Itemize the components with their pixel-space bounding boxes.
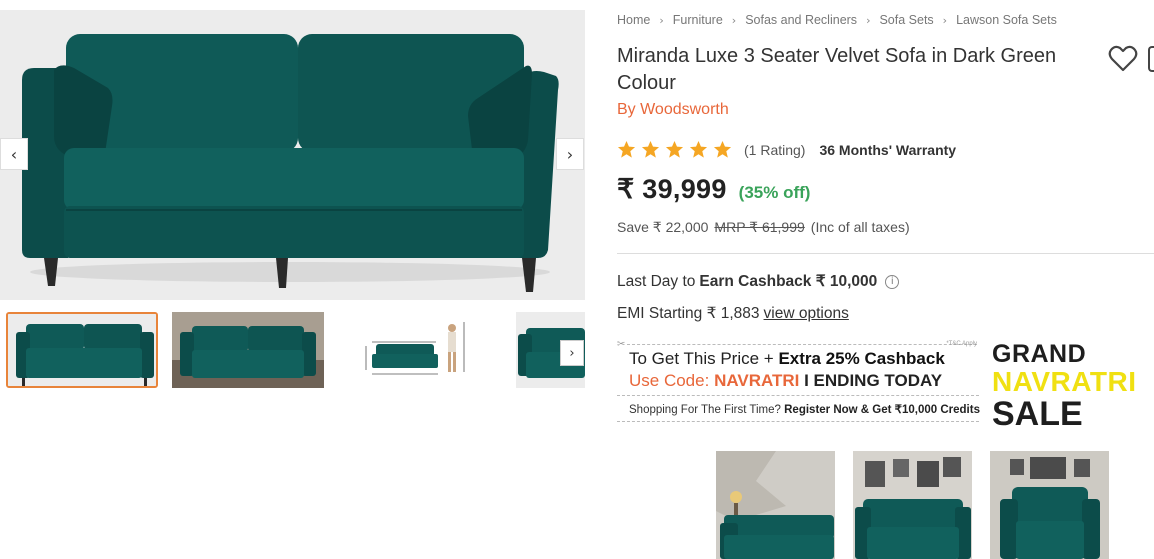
savings-row: Save ₹ 22,000 MRP ₹ 61,999 (Inc of all tax… bbox=[617, 219, 910, 236]
chevron-right-icon: › bbox=[566, 144, 574, 164]
breadcrumb-home[interactable]: Home bbox=[617, 13, 650, 27]
product-title: Miranda Luxe 3 Seater Velvet Sofa in Dar… bbox=[617, 45, 1057, 94]
breadcrumb-sofas-and-recliners[interactable]: Sofas and Recliners bbox=[745, 13, 857, 27]
rating-count-link[interactable]: (1 Rating) bbox=[744, 142, 805, 158]
coupon-divider bbox=[617, 395, 979, 396]
breadcrumb: Home › Furniture › Sofas and Recliners › Sofa … bbox=[617, 13, 1057, 27]
sale-banner-navratri: NAVRATRI bbox=[992, 366, 1137, 397]
product-main-image[interactable] bbox=[0, 10, 585, 300]
chevron-left-icon: ‹ bbox=[10, 144, 18, 164]
breadcrumb-separator: › bbox=[942, 14, 948, 27]
tnc-note: *T&C Apply bbox=[946, 341, 977, 347]
cashback-prefix: Last Day to bbox=[617, 272, 696, 290]
first-time-prefix: Shopping For The First Time? bbox=[629, 404, 781, 416]
cashback-amount: Earn Cashback ₹ 10,000 bbox=[699, 273, 878, 290]
star-icon bbox=[617, 140, 636, 158]
brand-link[interactable]: By Woodsworth bbox=[617, 101, 729, 119]
breadcrumb-lawson-sofa-sets[interactable]: Lawson Sofa Sets bbox=[956, 13, 1057, 27]
offer-headline: To Get This Price + Extra 25% Cashback bbox=[629, 349, 945, 369]
wishlist-button[interactable] bbox=[1107, 43, 1139, 75]
discount-percent: (35% off) bbox=[738, 183, 811, 202]
warranty-label: 36 Months' Warranty bbox=[819, 141, 957, 158]
coupon-border bbox=[627, 344, 977, 345]
room-image-3[interactable] bbox=[990, 451, 1109, 559]
heart-icon bbox=[1108, 45, 1138, 72]
cashback-row: Last Day to Earn Cashback ₹ 10,000 i bbox=[617, 272, 900, 291]
breadcrumb-separator: › bbox=[731, 14, 737, 27]
offer-headline-bold: Extra 25% Cashback bbox=[778, 349, 945, 368]
divider bbox=[617, 253, 1154, 254]
offer-coupon: ✂ *T&C Apply To Get This Price + Extra 2… bbox=[617, 339, 980, 423]
sale-banner-grand: GRAND bbox=[992, 340, 1087, 368]
star-rating bbox=[617, 140, 732, 159]
thumbnail-strip: › bbox=[0, 310, 585, 390]
info-icon[interactable]: i bbox=[885, 274, 900, 289]
sale-banner-sale: SALE bbox=[992, 395, 1083, 433]
gallery-next-button[interactable]: › bbox=[556, 138, 584, 170]
room-image-2[interactable] bbox=[853, 451, 972, 559]
thumbnail-1[interactable] bbox=[6, 312, 158, 388]
thumbnail-next-button[interactable]: › bbox=[560, 340, 584, 366]
grand-navratri-sale-banner: GRAND NAVRATRI SALE bbox=[992, 340, 1137, 432]
coupon-code[interactable]: NAVRATRI bbox=[714, 371, 799, 390]
mrp-price: MRP ₹ 61,999 bbox=[714, 219, 805, 235]
emi-view-options-link[interactable]: view options bbox=[764, 305, 849, 322]
coupon-border bbox=[617, 421, 979, 422]
breadcrumb-separator: › bbox=[659, 14, 664, 27]
tax-note: (Inc of all taxes) bbox=[810, 219, 910, 235]
chevron-right-icon: › bbox=[569, 345, 575, 361]
thumbnail-2[interactable] bbox=[172, 312, 324, 388]
breadcrumb-sofa-sets[interactable]: Sofa Sets bbox=[879, 13, 933, 27]
star-icon bbox=[665, 140, 684, 158]
share-icon[interactable] bbox=[1148, 46, 1154, 72]
room-image-1[interactable] bbox=[716, 451, 835, 559]
breadcrumb-furniture[interactable]: Furniture bbox=[673, 13, 723, 27]
offer-ending-note: I ENDING TODAY bbox=[804, 371, 943, 390]
rating-row: (1 Rating) 36 Months' Warranty bbox=[617, 140, 956, 159]
gallery-prev-button[interactable]: ‹ bbox=[0, 138, 28, 170]
register-link[interactable]: Register Now & Get ₹10,000 Credits bbox=[784, 404, 980, 416]
emi-row: EMI Starting ₹ 1,883 view options bbox=[617, 304, 849, 323]
first-time-offer: Shopping For The First Time? Register No… bbox=[629, 402, 980, 416]
breadcrumb-separator: › bbox=[866, 14, 871, 27]
save-amount: Save ₹ 22,000 bbox=[617, 219, 709, 235]
scissor-icon: ✂ bbox=[617, 339, 626, 350]
thumbnail-3-dimensions[interactable] bbox=[352, 312, 504, 388]
star-icon bbox=[713, 140, 732, 158]
selling-price: ₹ 39,999 bbox=[617, 174, 727, 204]
offer-code-line: Use Code: NAVRATRI I ENDING TODAY bbox=[629, 371, 942, 391]
offer-code-prefix: Use Code: bbox=[629, 371, 710, 390]
star-icon bbox=[689, 140, 708, 158]
emi-text: EMI Starting ₹ 1,883 bbox=[617, 305, 760, 322]
price-row: ₹ 39,999 (35% off) bbox=[617, 174, 810, 205]
offer-headline-prefix: To Get This Price + bbox=[629, 349, 774, 368]
sofa-image bbox=[0, 10, 585, 300]
star-icon bbox=[641, 140, 660, 158]
